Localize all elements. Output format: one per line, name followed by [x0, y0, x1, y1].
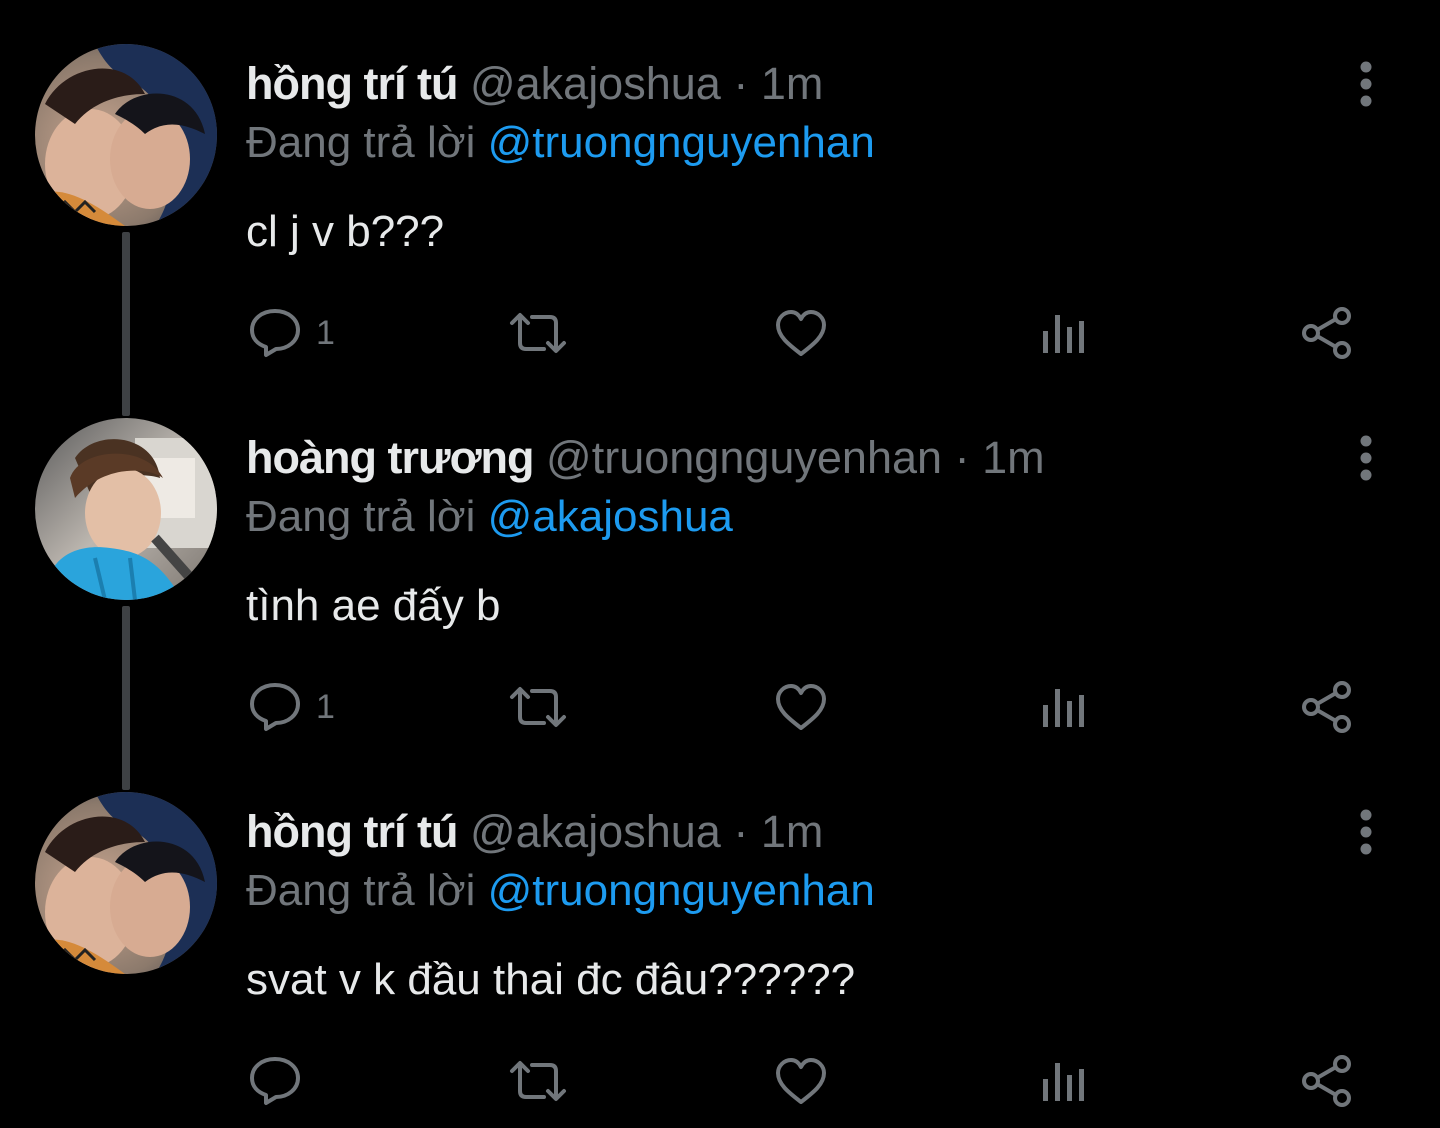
reply-icon — [250, 1057, 300, 1105]
user-handle[interactable]: @truongnguyenhan — [546, 432, 942, 483]
user-handle[interactable]: @akajoshua — [470, 806, 721, 857]
retweet-icon — [510, 1061, 566, 1101]
separator-dot: · — [733, 58, 749, 109]
reply-count: 1 — [316, 688, 335, 726]
avatar[interactable] — [35, 44, 217, 226]
tweet-actions: 1 — [0, 674, 1440, 740]
tweet[interactable]: hoàng trương @truongnguyenhan · 1m Đang … — [0, 374, 1440, 748]
reply-mention-link[interactable]: @truongnguyenhan — [488, 118, 875, 167]
replying-to-label: Đang trả lời — [246, 118, 476, 167]
tweet[interactable]: hồng trí tú @akajoshua · 1m Đang trả lời… — [0, 748, 1440, 1122]
like-button[interactable] — [774, 674, 828, 740]
separator-dot: · — [954, 432, 970, 483]
timestamp[interactable]: 1m — [761, 806, 824, 857]
avatar-photo — [35, 44, 217, 226]
more-icon — [1360, 435, 1372, 481]
like-button[interactable] — [774, 1048, 828, 1114]
retweet-icon — [510, 687, 566, 727]
avatar-photo — [35, 792, 217, 974]
more-options-button[interactable] — [1342, 430, 1390, 486]
reply-mention-link[interactable]: @akajoshua — [488, 492, 733, 541]
retweet-button[interactable] — [506, 1048, 570, 1114]
timestamp[interactable]: 1m — [982, 432, 1045, 483]
replying-to-label: Đang trả lời — [246, 866, 476, 915]
separator-dot: · — [733, 806, 749, 857]
timestamp[interactable]: 1m — [761, 58, 824, 109]
like-icon — [776, 310, 826, 356]
like-icon — [776, 1058, 826, 1104]
tweet-text: cl j v b??? — [246, 207, 445, 256]
share-icon — [1302, 1055, 1351, 1107]
share-button[interactable] — [1300, 674, 1354, 740]
user-handle[interactable]: @akajoshua — [470, 58, 721, 109]
analytics-button[interactable] — [1040, 300, 1088, 366]
tweet-header: hồng trí tú @akajoshua · 1m — [246, 802, 823, 862]
retweet-icon — [510, 313, 566, 353]
share-button[interactable] — [1300, 1048, 1354, 1114]
analytics-icon — [1043, 1063, 1084, 1101]
share-icon — [1302, 681, 1351, 733]
reply-icon — [250, 683, 300, 731]
reply-button[interactable]: 1 — [248, 300, 335, 366]
display-name[interactable]: hồng trí tú — [246, 58, 458, 109]
replying-to-line: Đang trả lời @akajoshua — [246, 487, 733, 547]
avatar-photo — [35, 418, 217, 600]
avatar[interactable] — [35, 418, 217, 600]
tweet[interactable]: hồng trí tú @akajoshua · 1m Đang trả lời… — [0, 0, 1440, 374]
more-icon — [1360, 61, 1372, 107]
share-button[interactable] — [1300, 300, 1354, 366]
avatar[interactable] — [35, 792, 217, 974]
more-options-button[interactable] — [1342, 804, 1390, 860]
tweet-actions — [0, 1048, 1440, 1114]
analytics-icon — [1043, 689, 1084, 727]
share-icon — [1302, 307, 1351, 359]
tweet-header: hồng trí tú @akajoshua · 1m — [246, 54, 823, 114]
reply-mention-link[interactable]: @truongnguyenhan — [488, 866, 875, 915]
tweet-text: svat v k đầu thai đc đâu?????? — [246, 955, 856, 1004]
reply-icon — [250, 309, 300, 357]
display-name[interactable]: hồng trí tú — [246, 806, 458, 857]
like-button[interactable] — [774, 300, 828, 366]
reply-count: 1 — [316, 314, 335, 352]
more-icon — [1360, 809, 1372, 855]
like-icon — [776, 684, 826, 730]
tweet-actions: 1 — [0, 300, 1440, 366]
analytics-icon — [1043, 315, 1084, 353]
reply-button[interactable] — [248, 1048, 316, 1114]
analytics-button[interactable] — [1040, 1048, 1088, 1114]
replying-to-label: Đang trả lời — [246, 492, 476, 541]
retweet-button[interactable] — [506, 300, 570, 366]
tweet-text: tình ae đấy b — [246, 581, 501, 630]
replying-to-line: Đang trả lời @truongnguyenhan — [246, 113, 875, 173]
retweet-button[interactable] — [506, 674, 570, 740]
analytics-button[interactable] — [1040, 674, 1088, 740]
tweet-header: hoàng trương @truongnguyenhan · 1m — [246, 428, 1045, 488]
replying-to-line: Đang trả lời @truongnguyenhan — [246, 861, 875, 921]
more-options-button[interactable] — [1342, 56, 1390, 112]
display-name[interactable]: hoàng trương — [246, 432, 535, 483]
reply-button[interactable]: 1 — [248, 674, 335, 740]
